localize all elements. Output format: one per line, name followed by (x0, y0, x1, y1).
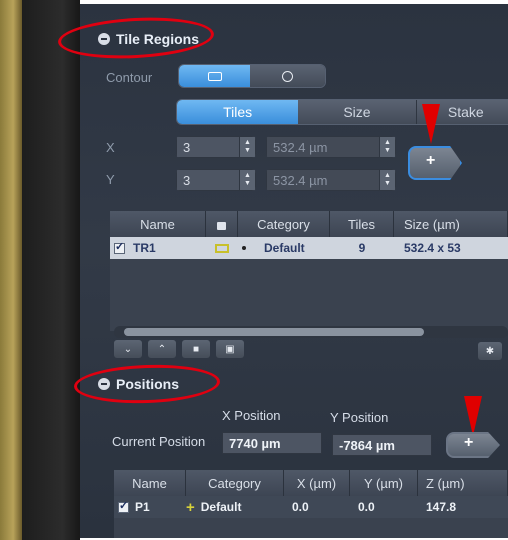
table-empty-area (110, 259, 508, 331)
table-row[interactable]: P1 + Default 0.0 0.0 147.8 (114, 496, 508, 518)
horizontal-scrollbar[interactable] (114, 326, 508, 338)
plus-icon: + (464, 434, 474, 451)
lock-icon (217, 222, 226, 230)
table-empty-area (114, 518, 508, 538)
x-tiles-value[interactable]: 3 (176, 136, 240, 158)
row-tiles: 9 (358, 241, 366, 255)
x-tiles-stepper[interactable]: 3 ▲ ▼ (176, 136, 256, 158)
delete-icon[interactable]: ■ (182, 340, 210, 358)
column-size[interactable]: Size (µm) (394, 211, 508, 237)
contour-selector[interactable] (178, 64, 326, 88)
y-label: Y (106, 172, 115, 187)
bullet-icon (242, 246, 246, 250)
table-header: Name Category Tiles Size (µm) (110, 211, 508, 237)
current-y-field[interactable]: -7864 µm (332, 434, 432, 456)
add-tile-region-button[interactable]: + (408, 146, 462, 180)
monitor-bezel (0, 0, 22, 540)
tile-regions-table: Name Category Tiles Size (µm) TR1 D (110, 211, 508, 331)
column-x[interactable]: X (µm) (284, 470, 350, 496)
column-name[interactable]: Name (110, 211, 206, 237)
tab-size[interactable]: Size (298, 100, 416, 124)
stepper-arrows-icon[interactable]: ▲ ▼ (380, 136, 396, 158)
region-color-icon (215, 243, 229, 253)
y-position-header: Y Position (330, 410, 389, 425)
stepper-arrows-icon[interactable]: ▲ ▼ (240, 169, 256, 191)
rectangle-icon (207, 71, 222, 81)
row-category: Default (264, 241, 305, 255)
contour-label: Contour (106, 70, 153, 85)
table-header: Name Category X (µm) Y (µm) Z (µm) (114, 470, 508, 496)
plus-icon: + (426, 152, 436, 169)
mode-tabs[interactable]: Tiles Size Stake (176, 99, 508, 125)
table-row[interactable]: TR1 Default 9 532.4 x 53 (110, 237, 508, 259)
monitor-frame (22, 0, 80, 540)
y-tiles-stepper[interactable]: 3 ▲ ▼ (176, 169, 256, 191)
row-checkbox[interactable] (114, 240, 125, 254)
x-label: X (106, 140, 115, 155)
column-category[interactable]: Category (186, 470, 284, 496)
x-size-value[interactable]: 532.4 µm (266, 136, 380, 158)
gear-icon[interactable]: ✱ (478, 342, 502, 360)
row-size: 532.4 x 53 (404, 241, 461, 255)
row-x: 0.0 (292, 500, 309, 514)
row-category: Default (200, 500, 242, 514)
row-color-swatch[interactable] (206, 237, 238, 259)
software-panel: Tile Regions Contour Tiles Size Stake X … (80, 4, 508, 538)
positions-table: Name Category X (µm) Y (µm) Z (µm) P1 + … (114, 470, 508, 538)
tab-tiles[interactable]: Tiles (177, 100, 299, 124)
table-toolbar: ⌄ ⌃ ■ ▣ (114, 340, 244, 358)
move-down-icon[interactable]: ⌄ (114, 340, 142, 358)
column-category[interactable]: Category (238, 211, 330, 237)
column-y[interactable]: Y (µm) (350, 470, 418, 496)
contour-rectangle-option[interactable] (179, 65, 251, 87)
current-position-label: Current Position (112, 434, 206, 449)
contour-circle-option[interactable] (250, 65, 325, 87)
column-z[interactable]: Z (µm) (418, 470, 508, 496)
scrollbar-thumb[interactable] (124, 328, 424, 336)
position-marker-icon: + (186, 498, 195, 516)
row-name: P1 (135, 500, 150, 514)
x-size-stepper[interactable]: 532.4 µm ▲ ▼ (266, 136, 396, 158)
y-size-value[interactable]: 532.4 µm (266, 169, 380, 191)
column-lock[interactable] (206, 211, 238, 237)
y-size-stepper[interactable]: 532.4 µm ▲ ▼ (266, 169, 396, 191)
row-name: TR1 (133, 241, 156, 255)
column-tiles[interactable]: Tiles (330, 211, 394, 237)
move-up-icon[interactable]: ⌃ (148, 340, 176, 358)
row-y: 0.0 (358, 500, 375, 514)
lock-icon[interactable]: ▣ (216, 340, 244, 358)
stepper-arrows-icon[interactable]: ▲ ▼ (240, 136, 256, 158)
x-position-header: X Position (222, 408, 281, 423)
circle-icon (282, 70, 294, 82)
add-position-button[interactable]: + (446, 432, 500, 458)
photo: Tile Regions Contour Tiles Size Stake X … (0, 0, 508, 540)
column-name[interactable]: Name (114, 470, 186, 496)
row-checkbox[interactable] (118, 499, 129, 513)
red-arrow-marker (422, 104, 440, 144)
y-tiles-value[interactable]: 3 (176, 169, 240, 191)
stepper-arrows-icon[interactable]: ▲ ▼ (380, 169, 396, 191)
red-arrow-marker (464, 396, 482, 436)
current-x-field[interactable]: 7740 µm (222, 432, 322, 454)
row-z: 147.8 (426, 500, 457, 514)
